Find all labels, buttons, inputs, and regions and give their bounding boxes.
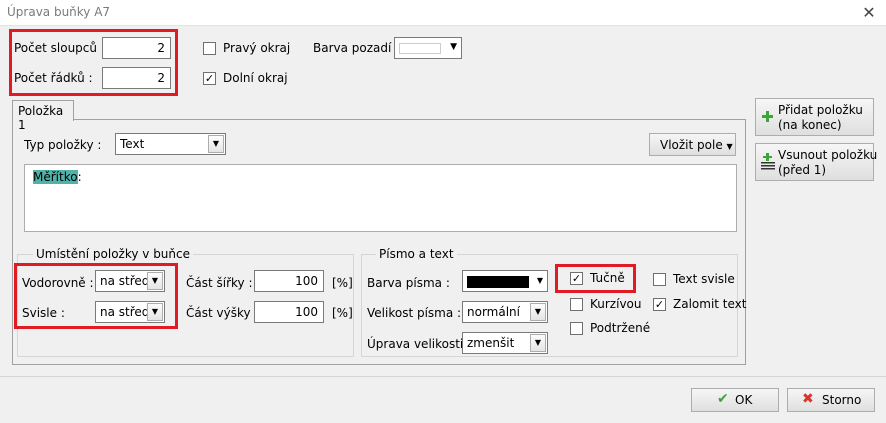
right-border-checkbox[interactable] bbox=[203, 42, 216, 55]
chevron-down-icon: ▼ bbox=[450, 42, 457, 52]
vertical-text-label: Text svisle bbox=[673, 272, 735, 286]
font-color-label: Barva písma : bbox=[367, 276, 450, 290]
vertical-dropdown[interactable]: na střed ▼ bbox=[95, 301, 165, 323]
height-part-label: Část výšky : bbox=[186, 306, 259, 320]
insert-item-label-line1: Vsunout položku bbox=[778, 148, 878, 162]
chevron-down-icon: ▼ bbox=[147, 303, 163, 321]
font-size-dropdown[interactable]: normální ▼ bbox=[462, 301, 548, 323]
ok-button[interactable]: ✔ OK bbox=[691, 388, 779, 412]
insert-item-button[interactable]: Vsunout položku (před 1) bbox=[755, 143, 878, 181]
italic-checkbox[interactable] bbox=[570, 298, 583, 311]
title-bar bbox=[0, 0, 886, 26]
columns-label: Počet sloupců : bbox=[14, 41, 105, 55]
font-color-swatch bbox=[467, 276, 529, 288]
font-group-title: Písmo a text bbox=[376, 247, 457, 261]
wrap-text-checkbox[interactable]: ✓ bbox=[653, 298, 666, 311]
x-icon: ✖ bbox=[802, 391, 814, 407]
close-icon[interactable]: ✕ bbox=[860, 3, 878, 22]
font-color-dropdown[interactable]: ▼ bbox=[462, 270, 548, 292]
right-border-label: Pravý okraj bbox=[223, 41, 291, 55]
insert-item-label-line2: (před 1) bbox=[778, 163, 827, 177]
height-part-input[interactable]: 100 bbox=[254, 301, 324, 323]
horizontal-dropdown[interactable]: na střed ▼ bbox=[95, 270, 165, 292]
bottom-border-label: Dolní okraj bbox=[223, 71, 288, 85]
font-size-label: Velikost písma : bbox=[367, 306, 462, 320]
chevron-down-icon: ▼ bbox=[536, 276, 543, 285]
wrap-text-label: Zalomit text bbox=[673, 297, 747, 311]
add-item-label-line2: (na konec) bbox=[778, 118, 842, 132]
size-adjust-value: zmenšit bbox=[467, 336, 515, 350]
placement-group-title: Umístění položky v buňce bbox=[33, 247, 193, 261]
item-type-label: Typ položky : bbox=[24, 138, 102, 152]
cancel-label: Storno bbox=[822, 393, 862, 407]
columns-input[interactable]: 2 bbox=[102, 37, 171, 59]
bold-checkbox[interactable]: ✓ bbox=[570, 272, 583, 285]
ok-label: OK bbox=[735, 393, 753, 407]
chevron-down-icon: ▼ bbox=[147, 272, 163, 290]
width-unit-label: [%] bbox=[332, 276, 353, 290]
chevron-down-icon: ▼ bbox=[726, 142, 733, 151]
width-part-input[interactable]: 100 bbox=[254, 270, 324, 292]
checkmark-icon: ✔ bbox=[717, 391, 729, 407]
chevron-down-icon: ▼ bbox=[530, 334, 546, 352]
insert-row-icon bbox=[761, 153, 775, 170]
item-type-value: Text bbox=[120, 137, 145, 151]
size-adjust-label: Úprava velikosti : bbox=[367, 337, 472, 351]
plus-icon bbox=[762, 111, 773, 122]
window-title: Úprava buňky A7 bbox=[7, 5, 111, 19]
horizontal-value: na střed bbox=[100, 274, 150, 288]
vertical-value: na střed bbox=[100, 305, 150, 319]
italic-label: Kurzívou bbox=[590, 297, 642, 311]
size-adjust-dropdown[interactable]: zmenšit ▼ bbox=[462, 332, 548, 354]
vertical-label: Svisle : bbox=[22, 306, 65, 320]
chevron-down-icon: ▼ bbox=[208, 135, 224, 153]
width-part-label: Část šířky : bbox=[186, 276, 253, 290]
bold-label: Tučně bbox=[590, 271, 625, 285]
background-color-dropdown[interactable]: ▼ bbox=[394, 37, 462, 59]
item-type-dropdown[interactable]: Text ▼ bbox=[115, 133, 226, 155]
vertical-text-checkbox[interactable] bbox=[653, 273, 666, 286]
bottom-border-checkbox[interactable]: ✓ bbox=[203, 72, 216, 85]
item-text-area[interactable]: Měřítko: bbox=[24, 164, 737, 232]
cancel-button[interactable]: ✖ Storno bbox=[787, 388, 875, 412]
background-color-swatch bbox=[399, 43, 441, 54]
chevron-down-icon: ▼ bbox=[530, 303, 546, 321]
underline-label: Podtržené bbox=[590, 321, 651, 335]
font-size-value: normální bbox=[467, 305, 520, 319]
add-item-label-line1: Přidat položku bbox=[778, 103, 863, 117]
underline-checkbox[interactable] bbox=[570, 322, 583, 335]
footer-divider bbox=[0, 376, 886, 377]
horizontal-label: Vodorovně : bbox=[22, 276, 94, 290]
rows-label: Počet řádků : bbox=[14, 71, 93, 85]
background-color-label: Barva pozadí : bbox=[313, 41, 400, 55]
insert-field-button[interactable]: Vložit pole ▼ bbox=[649, 133, 736, 156]
tab-item-1[interactable]: Položka 1 bbox=[12, 100, 74, 132]
height-unit-label: [%] bbox=[332, 306, 353, 320]
field-text-rest: : bbox=[77, 170, 82, 184]
insert-field-label: Vložit pole bbox=[660, 138, 723, 152]
add-item-button[interactable]: Přidat položku (na konec) bbox=[755, 98, 874, 136]
field-highlight: Měřítko bbox=[33, 170, 78, 184]
rows-input[interactable]: 2 bbox=[102, 67, 171, 89]
